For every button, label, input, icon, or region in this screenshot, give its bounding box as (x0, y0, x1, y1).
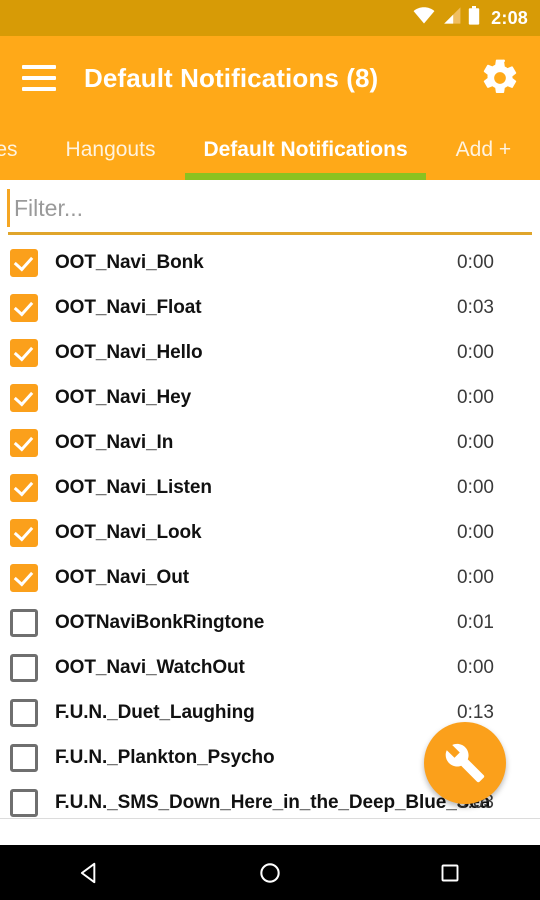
home-circle-icon[interactable] (180, 845, 360, 900)
list-item-label: F.U.N._SMS_Down_Here_in_the_Deep_Blue_Se… (55, 791, 491, 813)
tab-strip: ones Hangouts Default Notifications Add … (0, 120, 535, 180)
input-underline (8, 232, 532, 235)
tab-label: Hangouts (65, 138, 156, 161)
row-checkbox[interactable] (10, 473, 38, 502)
list-item-duration: 0:00 (457, 521, 494, 543)
list-item-duration: 0:00 (457, 386, 494, 408)
gear-icon[interactable] (478, 56, 522, 100)
list-item-label: OOT_Navi_Bonk (55, 251, 204, 273)
back-triangle-icon[interactable] (0, 845, 180, 900)
list-bottom-divider (0, 818, 540, 819)
list-item-label: OOT_Navi_Hello (55, 341, 203, 363)
row-checkbox[interactable] (10, 293, 38, 322)
list-item-duration: 0:00 (457, 341, 494, 363)
recents-square-icon[interactable] (360, 845, 540, 900)
row-checkbox[interactable] (10, 383, 38, 412)
list-item-label: OOT_Navi_Look (55, 521, 202, 543)
row-checkbox[interactable] (10, 563, 38, 592)
list-item[interactable]: OOT_Navi_WatchOut 0:00 (0, 645, 540, 690)
list-item-label: OOT_Navi_Float (55, 296, 202, 318)
tab-add[interactable]: Add + (432, 120, 535, 180)
list-item-label: OOTNaviBonkRingtone (55, 611, 265, 633)
list-item-label: OOT_Navi_In (55, 431, 174, 453)
search-input[interactable] (8, 186, 524, 230)
row-checkbox[interactable] (10, 518, 38, 547)
row-checkbox[interactable] (10, 698, 38, 727)
wrench-fab-button[interactable] (424, 722, 506, 804)
list-item-label: F.U.N._Duet_Laughing (55, 701, 255, 723)
list-item-label: F.U.N._Plankton_Psycho (55, 746, 275, 768)
cell-signal-icon (442, 7, 461, 29)
list-item[interactable]: OOT_Navi_Listen 0:00 (0, 465, 540, 510)
status-bar-clock: 2:08 (491, 8, 528, 28)
row-checkbox[interactable] (10, 743, 38, 772)
tab-ringtones[interactable]: ones (0, 120, 42, 180)
list-item-label: OOT_Navi_Hey (55, 386, 192, 408)
list-item[interactable]: OOT_Navi_Out 0:00 (0, 555, 540, 600)
wrench-icon (445, 743, 485, 783)
android-nav-bar (0, 845, 540, 900)
list-item-duration: 0:00 (457, 476, 494, 498)
list-item-duration: 0:01 (457, 611, 494, 633)
list-item[interactable]: OOT_Navi_Float 0:03 (0, 285, 540, 330)
row-checkbox[interactable] (10, 653, 38, 682)
status-bar-icons: 2:08 (413, 6, 528, 30)
wifi-icon (413, 7, 435, 29)
list-item[interactable]: OOT_Navi_Bonk 0:00 (0, 240, 540, 285)
list-item-duration: 0:00 (457, 431, 494, 453)
list-item-label: OOT_Navi_WatchOut (55, 656, 245, 678)
list-item[interactable]: OOTNaviBonkRingtone 0:01 (0, 600, 540, 645)
tab-bar: ones Hangouts Default Notifications Add … (0, 120, 540, 180)
list-item-duration: 0:00 (457, 251, 494, 273)
row-checkbox[interactable] (10, 788, 38, 817)
tab-default-notifications[interactable]: Default Notifications (179, 120, 431, 180)
list-item-duration: 0:03 (457, 296, 494, 318)
page-title: Default Notifications (8) (84, 62, 379, 93)
filter-field-container (0, 180, 540, 240)
battery-icon (468, 6, 480, 30)
list-item-duration: 0:00 (457, 566, 494, 588)
list-item-label: OOT_Navi_Listen (55, 476, 212, 498)
list-item-duration: 0:00 (457, 656, 494, 678)
row-checkbox[interactable] (10, 428, 38, 457)
row-checkbox[interactable] (10, 248, 38, 277)
row-checkbox[interactable] (10, 608, 38, 637)
list-item[interactable]: OOT_Navi_Look 0:00 (0, 510, 540, 555)
list-item[interactable]: OOT_Navi_Hello 0:00 (0, 330, 540, 375)
hamburger-menu-icon[interactable] (22, 65, 56, 91)
status-bar: 2:08 (0, 0, 540, 36)
list-item[interactable]: OOT_Navi_In 0:00 (0, 420, 540, 465)
tab-label: Default Notifications (203, 138, 408, 161)
tab-label: Add + (455, 138, 512, 161)
app-root: 2:08 Default Notifications (8) ones Hang… (0, 0, 540, 900)
tab-label: ones (0, 138, 18, 161)
app-bar: Default Notifications (8) (0, 36, 540, 120)
tab-hangouts[interactable]: Hangouts (42, 120, 180, 180)
list-item-label: OOT_Navi_Out (55, 566, 189, 588)
row-checkbox[interactable] (10, 338, 38, 367)
list-item[interactable]: OOT_Navi_Hey 0:00 (0, 375, 540, 420)
list-item-duration: 0:13 (457, 701, 494, 723)
